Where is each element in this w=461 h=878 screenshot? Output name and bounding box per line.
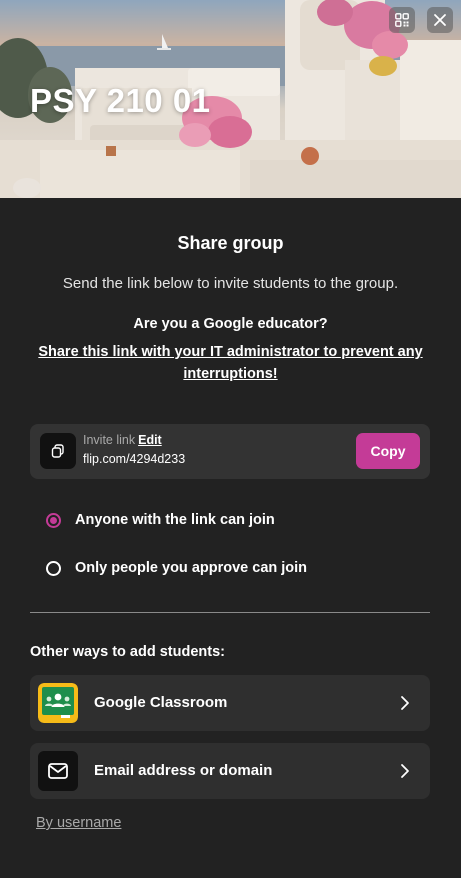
radio-selected-icon[interactable] [46,512,61,528]
invite-link-icon-tile [40,433,76,469]
qr-code-icon [395,13,409,27]
share-title: Share group [177,233,284,253]
invite-link-box: Invite link Edit flip.com/4294d233 Copy [30,424,430,479]
email-label: Email address or domain [94,762,273,779]
email-option[interactable]: Email address or domain [30,743,430,799]
copy-button[interactable]: Copy [356,433,420,469]
google-classroom-icon [38,683,78,723]
mail-icon [48,763,68,779]
radio-unselected-icon[interactable] [46,560,61,576]
close-button[interactable] [427,7,453,33]
share-subtitle: Send the link below to invite students t… [62,275,399,292]
email-icon-tile [38,751,78,791]
edit-invite-link[interactable]: Edit [138,433,162,447]
google-educator-question: Are you a Google educator? [133,316,328,332]
join-option-approve[interactable]: Only people you approve can join [46,560,307,576]
invite-link-label-row: Invite link Edit [83,433,162,447]
divider [30,612,430,613]
chevron-right-icon [401,696,409,710]
group-name: PSY 210 01 [30,82,211,119]
google-classroom-label: Google Classroom [94,694,228,711]
invite-link-label: Invite link [83,433,136,447]
other-ways-heading: Other ways to add students: [30,644,225,660]
qr-code-button[interactable] [389,7,415,33]
share-with-it-admin-link[interactable]: Share this link with your IT administrat… [35,341,426,385]
invite-link-url: flip.com/4294d233 [83,452,186,466]
group-cover-image: PSY 210 01 [0,0,461,198]
by-username-link[interactable]: By username [36,815,121,831]
chevron-right-icon [401,764,409,778]
copy-icon [51,444,64,458]
join-option-anyone[interactable]: Anyone with the link can join [46,512,275,528]
google-classroom-option[interactable]: Google Classroom [30,675,430,731]
close-icon [434,14,446,26]
join-option-label: Anyone with the link can join [75,512,275,528]
share-group-modal: PSY 210 01 Share group Send the link bel… [0,0,461,878]
join-option-label: Only people you approve can join [75,560,308,576]
